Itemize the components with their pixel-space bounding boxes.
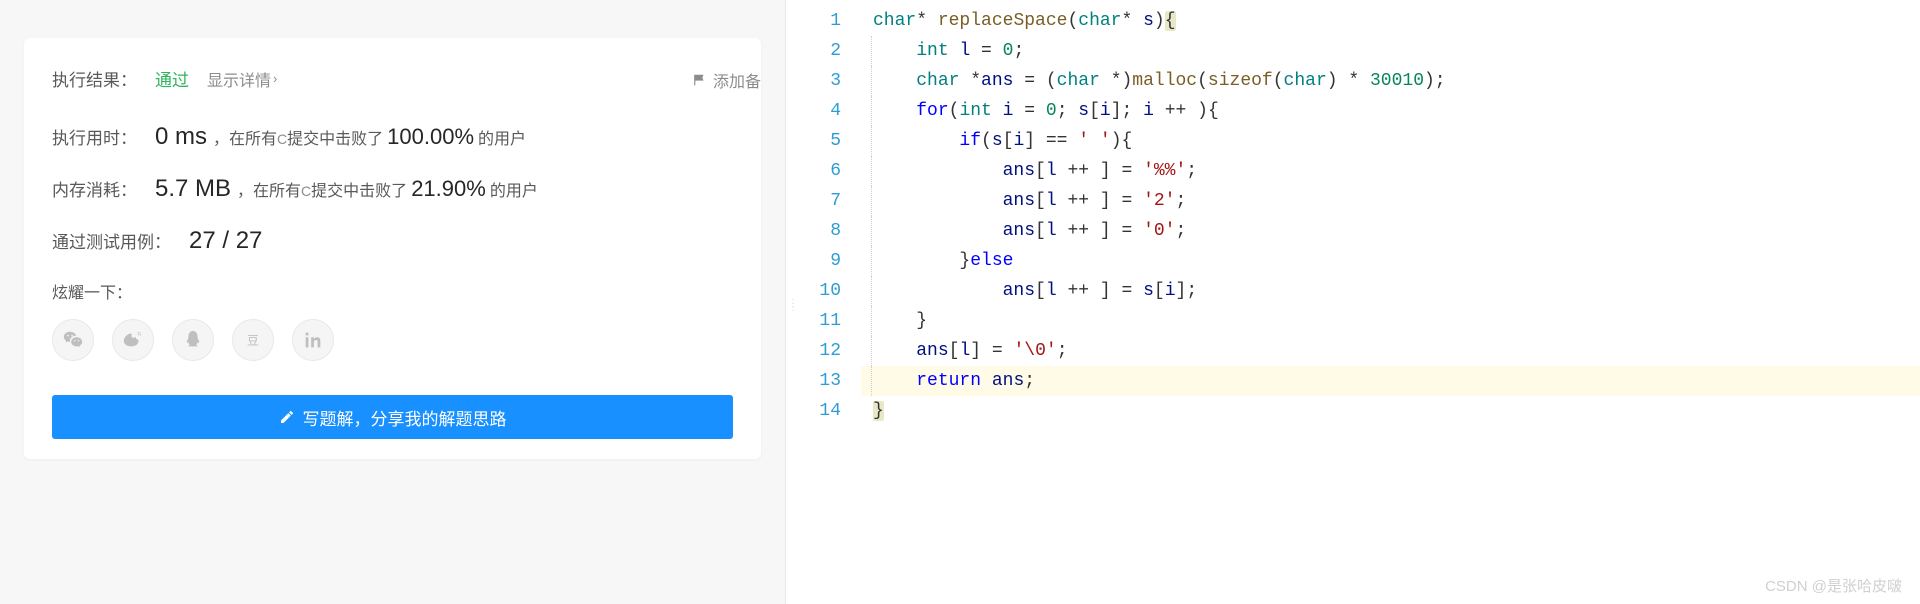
runtime-suffix: 的用户 xyxy=(478,125,526,149)
detail-link-text: 显示详情 xyxy=(207,67,271,91)
code-line[interactable]: return ans; xyxy=(861,366,1920,396)
memory-prefix: ，在所有 xyxy=(237,177,301,201)
result-row: 执行结果： 通过 显示详情 › 添加备 xyxy=(52,66,733,91)
code-line[interactable]: char *ans = (char *)malloc(sizeof(char) … xyxy=(861,66,1920,96)
runtime-value: 0 ms xyxy=(155,123,207,151)
line-gutter: 1234567891011121314 xyxy=(795,0,855,426)
svg-text:豆: 豆 xyxy=(247,334,259,348)
add-note-text: 添加备 xyxy=(713,68,761,92)
results-panel: 执行结果： 通过 显示详情 › 添加备 执行用时： 0 ms ，在所有 C 提交… xyxy=(0,0,785,604)
runtime-lang: C xyxy=(277,131,287,147)
share-qq-button[interactable] xyxy=(172,319,214,361)
result-label: 执行结果： xyxy=(52,66,137,91)
code-line[interactable]: for(int i = 0; s[i]; i ++ ){ xyxy=(861,96,1920,126)
runtime-label: 执行用时： xyxy=(52,124,137,149)
runtime-mid: 提交中击败了 xyxy=(287,125,383,149)
status-badge: 通过 xyxy=(155,66,189,91)
flag-icon xyxy=(693,73,707,87)
share-linkedin-button[interactable] xyxy=(292,319,334,361)
code-line[interactable]: } xyxy=(861,306,1920,336)
share-wechat-button[interactable] xyxy=(52,319,94,361)
memory-row: 内存消耗： 5.7 MB ，在所有 C 提交中击败了 21.90% 的用户 xyxy=(52,175,733,203)
memory-lang: C xyxy=(301,183,311,199)
add-note-button[interactable]: 添加备 xyxy=(693,68,761,92)
testcases-label: 通过测试用例： xyxy=(52,228,171,253)
panel-divider[interactable]: ⋮⋮ xyxy=(785,0,795,604)
code-line[interactable]: }else xyxy=(861,246,1920,276)
share-douban-button[interactable]: 豆 xyxy=(232,319,274,361)
testcases-value: 27 / 27 xyxy=(189,227,262,255)
memory-suffix: 的用户 xyxy=(490,177,538,201)
watermark: CSDN @是张哈皮啵 xyxy=(1765,575,1902,596)
qq-icon xyxy=(182,329,204,351)
code-content[interactable]: char* replaceSpace(char* s){ int l = 0; … xyxy=(855,0,1920,426)
douban-icon: 豆 xyxy=(242,329,264,351)
code-line[interactable]: char* replaceSpace(char* s){ xyxy=(861,6,1920,36)
memory-percent: 21.90% xyxy=(411,176,486,202)
code-line[interactable]: ans[l ++ ] = '2'; xyxy=(861,186,1920,216)
runtime-percent: 100.00% xyxy=(387,124,474,150)
pencil-icon xyxy=(279,409,295,425)
share-label: 炫耀一下： xyxy=(52,279,733,303)
code-editor[interactable]: 1234567891011121314 char* replaceSpace(c… xyxy=(795,0,1920,604)
chevron-right-icon: › xyxy=(273,71,277,86)
share-row: 豆 xyxy=(52,319,733,361)
write-solution-button[interactable]: 写题解，分享我的解题思路 xyxy=(52,395,733,439)
weibo-icon xyxy=(122,329,144,351)
write-solution-text: 写题解，分享我的解题思路 xyxy=(303,405,507,430)
share-weibo-button[interactable] xyxy=(112,319,154,361)
runtime-prefix: ，在所有 xyxy=(213,125,277,149)
wechat-icon xyxy=(62,329,84,351)
code-line[interactable]: } xyxy=(861,396,1920,426)
result-card: 执行结果： 通过 显示详情 › 添加备 执行用时： 0 ms ，在所有 C 提交… xyxy=(24,38,761,459)
testcases-row: 通过测试用例： 27 / 27 xyxy=(52,227,733,255)
code-line[interactable]: if(s[i] == ' '){ xyxy=(861,126,1920,156)
code-line[interactable]: ans[l] = '\0'; xyxy=(861,336,1920,366)
code-line[interactable]: ans[l ++ ] = '0'; xyxy=(861,216,1920,246)
memory-value: 5.7 MB xyxy=(155,175,231,203)
memory-label: 内存消耗： xyxy=(52,176,137,201)
show-details-link[interactable]: 显示详情 › xyxy=(207,67,277,91)
runtime-row: 执行用时： 0 ms ，在所有 C 提交中击败了 100.00% 的用户 xyxy=(52,123,733,151)
code-line[interactable]: int l = 0; xyxy=(861,36,1920,66)
linkedin-icon xyxy=(302,329,324,351)
code-line[interactable]: ans[l ++ ] = s[i]; xyxy=(861,276,1920,306)
memory-mid: 提交中击败了 xyxy=(311,177,407,201)
code-line[interactable]: ans[l ++ ] = '%%'; xyxy=(861,156,1920,186)
